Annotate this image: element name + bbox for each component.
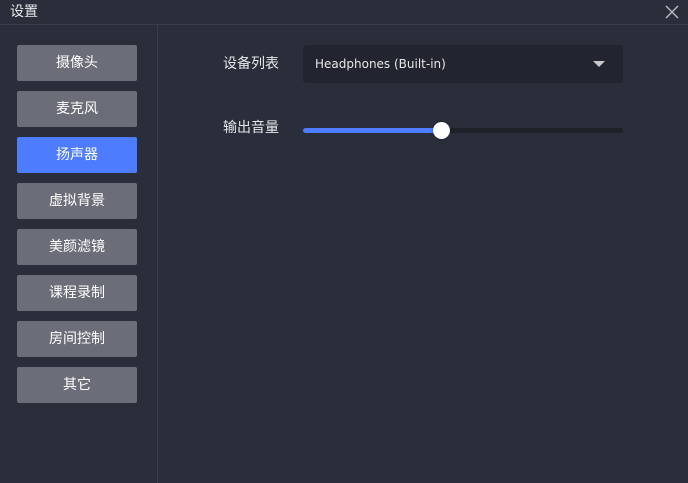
slider-fill bbox=[303, 128, 441, 133]
sidebar-item-beauty-filter[interactable]: 美颜滤镜 bbox=[17, 229, 137, 265]
sidebar-item-course-recording[interactable]: 课程录制 bbox=[17, 275, 137, 311]
sidebar-item-camera[interactable]: 摄像头 bbox=[17, 45, 137, 81]
device-list-label: 设备列表 bbox=[223, 56, 279, 72]
window-title: 设置 bbox=[10, 4, 38, 20]
chevron-down-icon bbox=[593, 61, 605, 67]
settings-window: 设置 摄像头 麦克风 扬声器 虚拟背景 美颜滤镜 课程录制 房间控制 其它 设备… bbox=[0, 0, 688, 483]
sidebar-item-other[interactable]: 其它 bbox=[17, 367, 137, 403]
sidebar-item-room-control[interactable]: 房间控制 bbox=[17, 321, 137, 357]
device-select-value: Headphones (Built-in) bbox=[315, 57, 446, 71]
sidebar-item-virtual-background[interactable]: 虚拟背景 bbox=[17, 183, 137, 219]
sidebar-item-speaker[interactable]: 扬声器 bbox=[17, 137, 137, 173]
close-icon bbox=[665, 5, 679, 19]
settings-sidebar: 摄像头 麦克风 扬声器 虚拟背景 美颜滤镜 课程录制 房间控制 其它 bbox=[0, 25, 158, 483]
close-button[interactable] bbox=[662, 2, 682, 22]
sidebar-item-microphone[interactable]: 麦克风 bbox=[17, 91, 137, 127]
slider-thumb[interactable] bbox=[433, 122, 450, 139]
output-volume-slider[interactable] bbox=[303, 122, 623, 139]
output-volume-label: 输出音量 bbox=[223, 120, 279, 136]
device-select[interactable]: Headphones (Built-in) bbox=[303, 45, 623, 83]
title-bar: 设置 bbox=[0, 0, 688, 25]
speaker-settings-panel: 设备列表 Headphones (Built-in) 输出音量 bbox=[158, 25, 688, 483]
